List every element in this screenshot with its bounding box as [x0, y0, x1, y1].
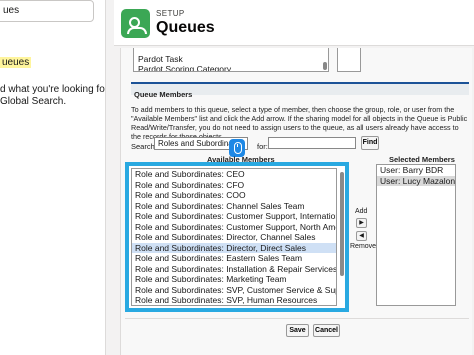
cancel-button[interactable]: Cancel — [313, 324, 340, 337]
list-item[interactable]: Role and Subordinates: SVP, Sales & Mark… — [132, 306, 336, 307]
quick-find-input[interactable]: ues — [0, 0, 94, 22]
add-label: Add — [355, 208, 368, 215]
find-button[interactable]: Find — [361, 136, 379, 150]
list-item[interactable]: User: Lucy Mazalon — [377, 175, 455, 186]
add-arrow-button[interactable]: ▶ — [356, 218, 367, 228]
section-header: Queue Members — [131, 82, 469, 99]
sidebar-global-search-link[interactable]: Global Search. — [0, 96, 66, 107]
selected-members-list[interactable]: User: Barry BDR User: Lucy Mazalon — [376, 164, 456, 306]
sidebar-item-queues[interactable]: ueues — [0, 52, 104, 68]
section-description: To add members to this queue, select a t… — [131, 105, 468, 141]
list-item[interactable]: Role and Subordinates: COO — [132, 190, 336, 201]
list-item[interactable]: Role and Subordinates: Customer Support,… — [132, 211, 336, 222]
selected-objects-list[interactable] — [337, 48, 361, 72]
section-title: Queue Members — [134, 90, 193, 99]
page-header: SETUP Queues — [114, 0, 474, 46]
list-item[interactable]: Pardot Scoring Category — [134, 64, 328, 71]
list-item[interactable]: Role and Subordinates: Director, Direct … — [132, 242, 336, 253]
sidebar-item-label: ueues — [0, 57, 32, 68]
scrollbar[interactable] — [340, 172, 344, 276]
page-eyebrow: SETUP — [156, 9, 185, 18]
list-item[interactable]: Role and Subordinates: CEO — [132, 169, 336, 180]
list-item[interactable]: Role and Subordinates: Director, Channel… — [132, 232, 336, 243]
sidebar-help-text: d what you're looking for? — [0, 84, 106, 95]
list-item[interactable]: Role and Subordinates: Installation & Re… — [132, 264, 336, 275]
list-item[interactable]: Role and Subordinates: SVP, Human Resour… — [132, 295, 336, 305]
list-item[interactable]: Role and Subordinates: Eastern Sales Tea… — [132, 253, 336, 264]
selected-members-label: Selected Members — [389, 155, 455, 164]
scrollbar[interactable] — [323, 62, 327, 70]
list-item[interactable]: User: Barry BDR — [377, 165, 455, 176]
available-members-highlight: Role and Subordinates: CEO Role and Subor… — [125, 162, 349, 312]
remove-arrow-button[interactable]: ◀ — [356, 231, 367, 241]
page-title: Queues — [156, 19, 215, 36]
remove-label: Remove — [350, 243, 377, 250]
list-item[interactable]: Pardot Task — [134, 54, 328, 64]
save-button[interactable]: Save — [286, 324, 309, 337]
setup-sidebar: ues ueues d what you're looking for? Glo… — [0, 0, 106, 355]
for-label: for: — [257, 142, 268, 151]
user-icon — [121, 9, 150, 38]
list-item[interactable]: Role and Subordinates: SVP, Customer Ser… — [132, 285, 336, 296]
list-item[interactable]: Role and Subordinates: Marketing Team — [132, 274, 336, 285]
queue-edit-panel: Pardot Task Pardot Scoring Category Queu… — [120, 48, 472, 355]
search-label: Search: — [131, 142, 157, 151]
divider — [125, 318, 469, 319]
available-members-list[interactable]: Role and Subordinates: CEO Role and Subor… — [131, 168, 337, 306]
list-item[interactable]: Role and Subordinates: Customer Support,… — [132, 222, 336, 233]
list-item[interactable]: Role and Subordinates: Channel Sales Tea… — [132, 201, 336, 212]
supported-objects-list[interactable]: Pardot Task Pardot Scoring Category — [133, 48, 329, 72]
search-input[interactable] — [268, 137, 356, 149]
list-item[interactable]: Role and Subordinates: CFO — [132, 180, 336, 191]
